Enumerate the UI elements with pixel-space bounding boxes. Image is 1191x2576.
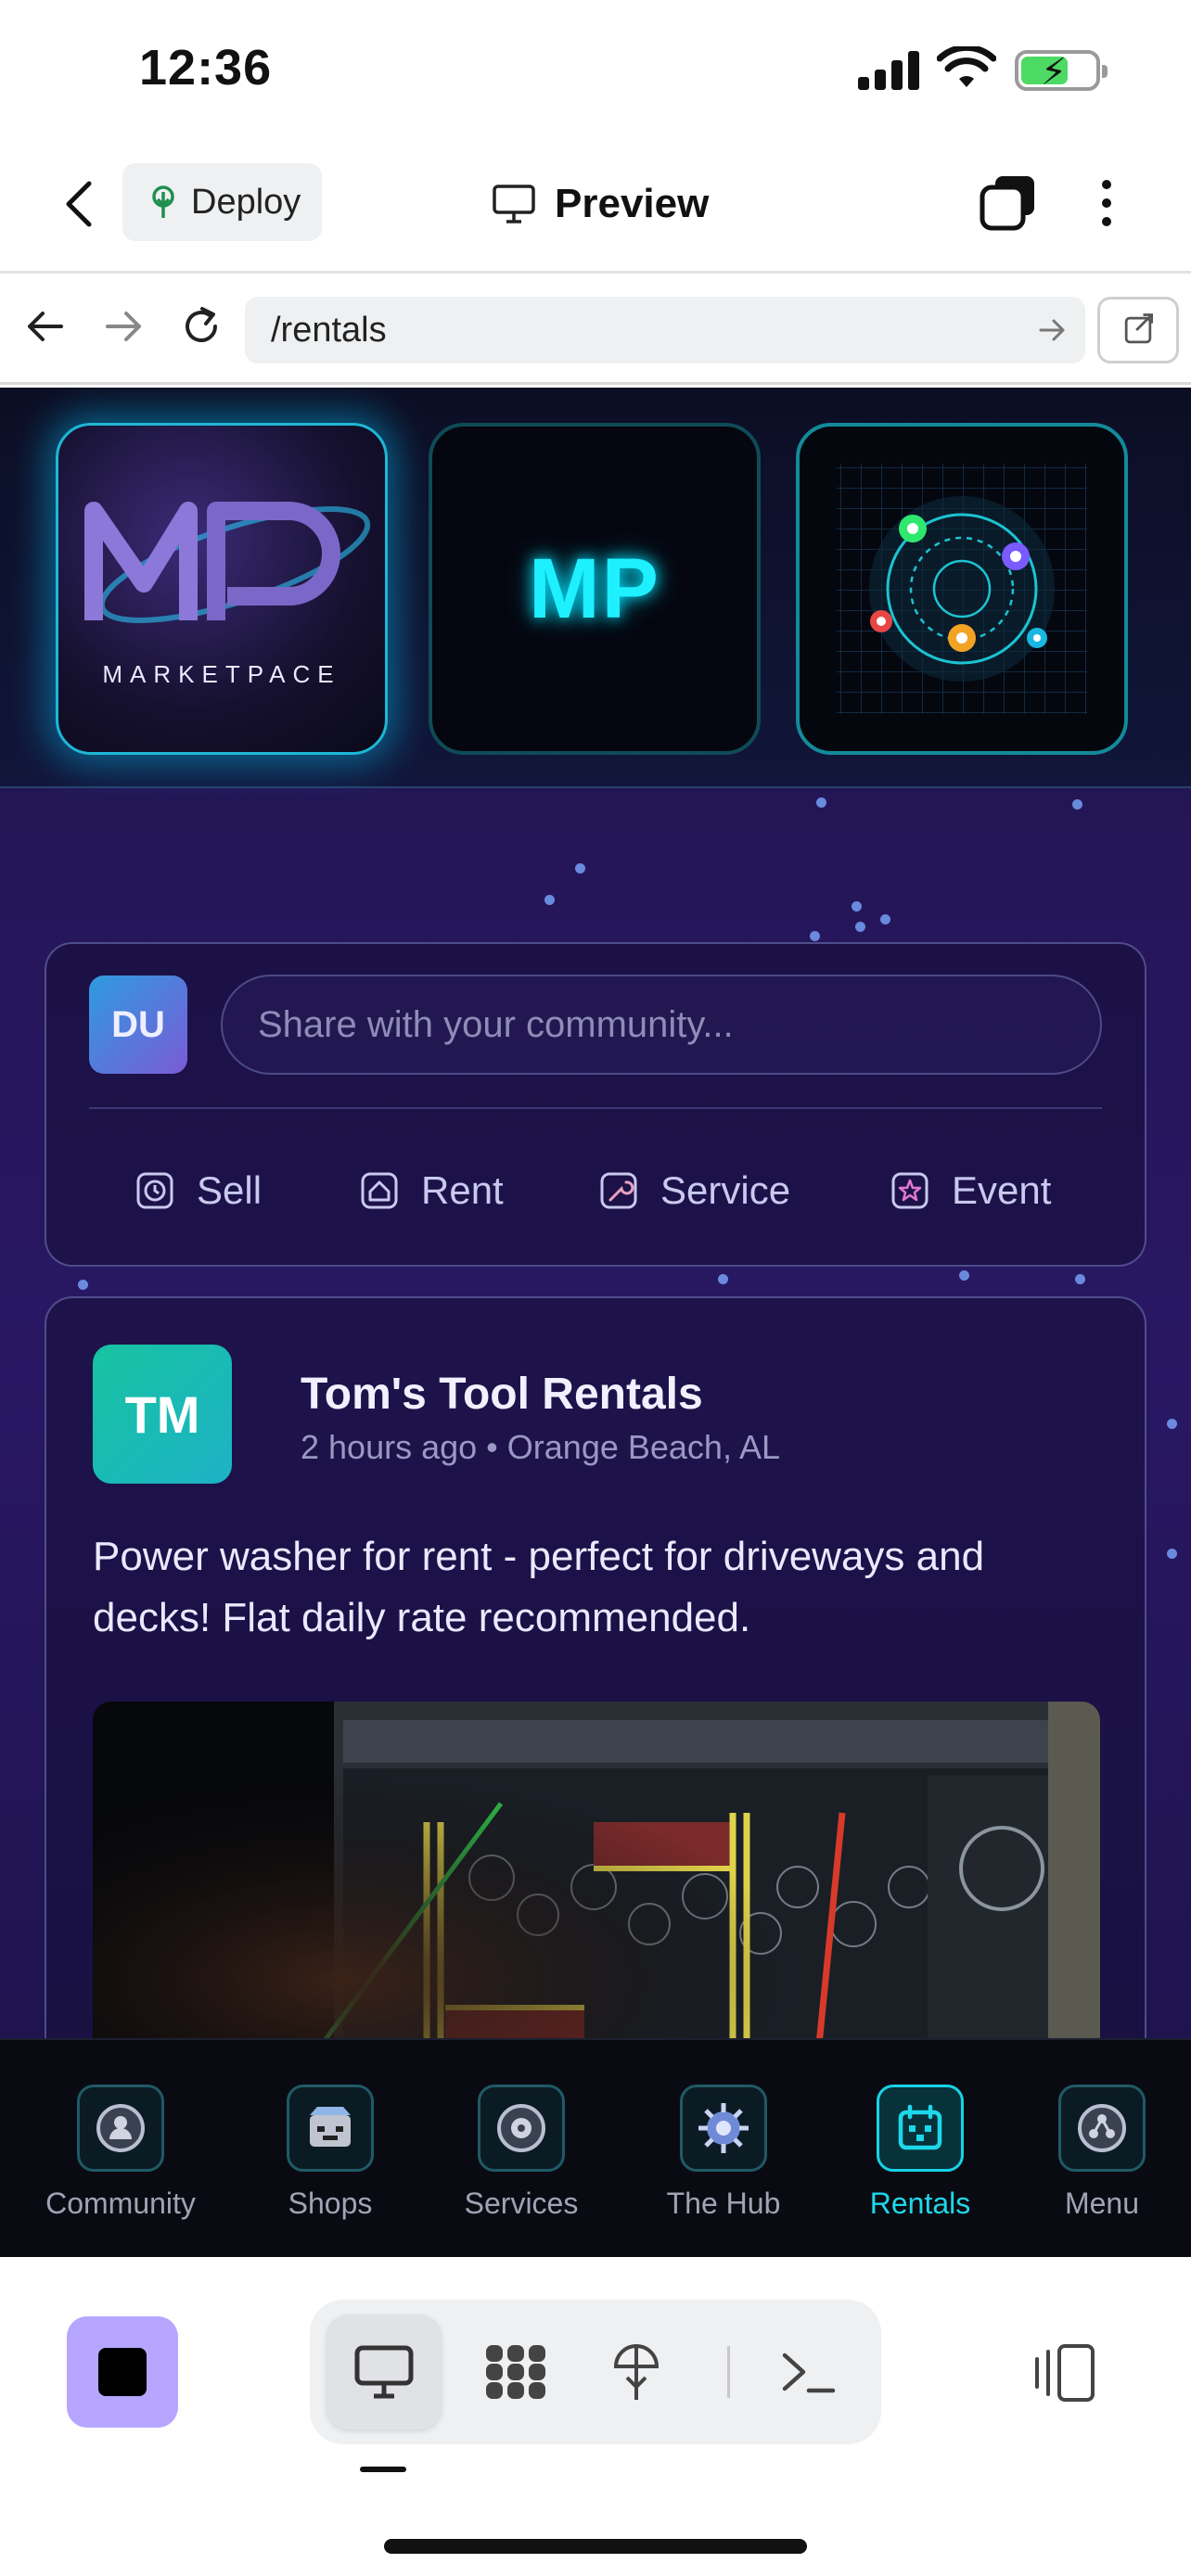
preview-title: Preview (492, 176, 709, 232)
post-image[interactable] (93, 1702, 1100, 2038)
post-card[interactable]: TM Tom's Tool Rentals 2 hours ago • Oran… (45, 1296, 1146, 2038)
status-bar: 12:36 ⚡ (0, 0, 1191, 139)
nav-the-hub-label: The Hub (666, 2187, 781, 2220)
deploy-button[interactable]: Deploy (122, 163, 322, 241)
terminal-icon (782, 2353, 836, 2393)
event-label: Event (952, 1168, 1052, 1212)
nav-menu[interactable]: Menu (1009, 2085, 1191, 2221)
event-button[interactable]: Event (890, 1163, 1051, 1218)
rent-label: Rent (421, 1168, 504, 1212)
nav-shops[interactable]: Shops (237, 2085, 423, 2221)
wifi-icon (937, 46, 996, 87)
stop-icon (98, 2348, 147, 2396)
nav-the-hub[interactable]: The Hub (631, 2085, 816, 2221)
arrow-right-icon[interactable] (100, 303, 147, 350)
marketpace-logo[interactable]: MARKETPACE (56, 423, 388, 755)
deploy-tree-icon (152, 185, 174, 218)
arrow-left-icon[interactable] (22, 303, 69, 350)
community-icon (96, 2104, 145, 2152)
sell-button[interactable]: Sell (135, 1163, 262, 1218)
service-button[interactable]: Service (599, 1163, 790, 1218)
mp-monogram-logo (84, 502, 371, 623)
nav-menu-label: Menu (1064, 2187, 1140, 2220)
post-text: Power washer for rent - perfect for driv… (93, 1534, 985, 1640)
nav-community[interactable]: Community (28, 2085, 213, 2221)
brand-name: MARKETPACE (102, 660, 341, 688)
app-content: MARKETPACE MP DU Share with your communi… (0, 388, 1191, 2038)
mp-text: MP (529, 541, 660, 636)
preview-label: Preview (555, 181, 710, 226)
deploy-tree-icon (613, 2344, 660, 2400)
post-author[interactable]: Tom's Tool Rentals (301, 1369, 703, 1420)
open-external-icon[interactable] (1097, 297, 1179, 363)
nav-rentals-label: Rentals (869, 2187, 971, 2220)
console-mode-button[interactable] (751, 2315, 866, 2429)
post-composer: DU Share with your community... Sell Ren… (45, 942, 1146, 1267)
service-label: Service (660, 1168, 791, 1212)
monitor-icon (354, 2345, 414, 2399)
go-arrow-icon[interactable] (1037, 315, 1067, 345)
star-icon (891, 1172, 928, 1209)
logo-strip: MARKETPACE MP (0, 388, 1191, 788)
home-indicator (384, 2539, 807, 2554)
device-layout-icon[interactable] (1028, 2342, 1098, 2404)
nav-rentals[interactable]: Rentals (827, 2085, 1013, 2221)
radar-map-logo[interactable] (796, 423, 1128, 755)
nav-community-label: Community (45, 2187, 196, 2220)
monitor-icon (493, 185, 535, 223)
reload-icon[interactable] (178, 303, 224, 350)
shop-icon (310, 2107, 351, 2147)
preview-mode-button[interactable] (327, 2315, 442, 2429)
wrench-icon (600, 1172, 637, 1209)
radar-icon (837, 464, 1087, 714)
battery-icon: ⚡ (1015, 50, 1108, 93)
url-bar: /rentals (0, 274, 1191, 385)
hub-icon (698, 2103, 749, 2153)
rent-button[interactable]: Rent (360, 1163, 504, 1218)
nav-services[interactable]: Services (429, 2085, 614, 2221)
deploy-mode-button[interactable] (579, 2315, 694, 2429)
menu-icon (1078, 2104, 1126, 2152)
app-header: Deploy Preview (0, 139, 1191, 274)
editor-toolbar (0, 2257, 1191, 2576)
house-icon (361, 1172, 398, 1209)
more-options-icon[interactable] (1093, 174, 1121, 234)
active-mode-indicator (360, 2467, 406, 2472)
meta-separator: • (486, 1428, 498, 1466)
url-text: /rentals (271, 311, 387, 350)
deploy-label: Deploy (191, 182, 301, 222)
nav-services-label: Services (464, 2187, 579, 2220)
cad-screen-photo (93, 1702, 1100, 2038)
app-bottom-nav: Community Shops Services The Hub Rentals… (0, 2038, 1191, 2257)
back-chevron-icon[interactable] (56, 176, 102, 232)
status-time: 12:36 (139, 40, 273, 96)
stop-button[interactable] (67, 2316, 178, 2428)
view-mode-group (310, 2300, 881, 2444)
post-time: 2 hours ago (301, 1428, 478, 1466)
clock-icon (136, 1172, 173, 1209)
grid-blob-icon (486, 2345, 545, 2399)
sell-label: Sell (197, 1168, 263, 1212)
signal-icon (858, 51, 919, 90)
tabs-icon[interactable] (979, 172, 1038, 232)
nav-shops-label: Shops (288, 2187, 373, 2220)
post-location: Orange Beach, AL (506, 1428, 781, 1466)
composer-divider (89, 1107, 1102, 1109)
user-avatar[interactable]: DU (89, 976, 187, 1074)
post-author-avatar[interactable]: TM (93, 1345, 232, 1484)
agent-mode-button[interactable] (458, 2315, 573, 2429)
calendar-icon (898, 2104, 942, 2150)
share-input[interactable]: Share with your community... (221, 975, 1102, 1075)
url-field[interactable]: /rentals (245, 297, 1085, 363)
services-icon (497, 2104, 545, 2152)
mp-text-logo[interactable]: MP (429, 423, 761, 755)
mode-separator (727, 2346, 730, 2398)
post-meta: 2 hours ago • Orange Beach, AL (301, 1428, 780, 1467)
